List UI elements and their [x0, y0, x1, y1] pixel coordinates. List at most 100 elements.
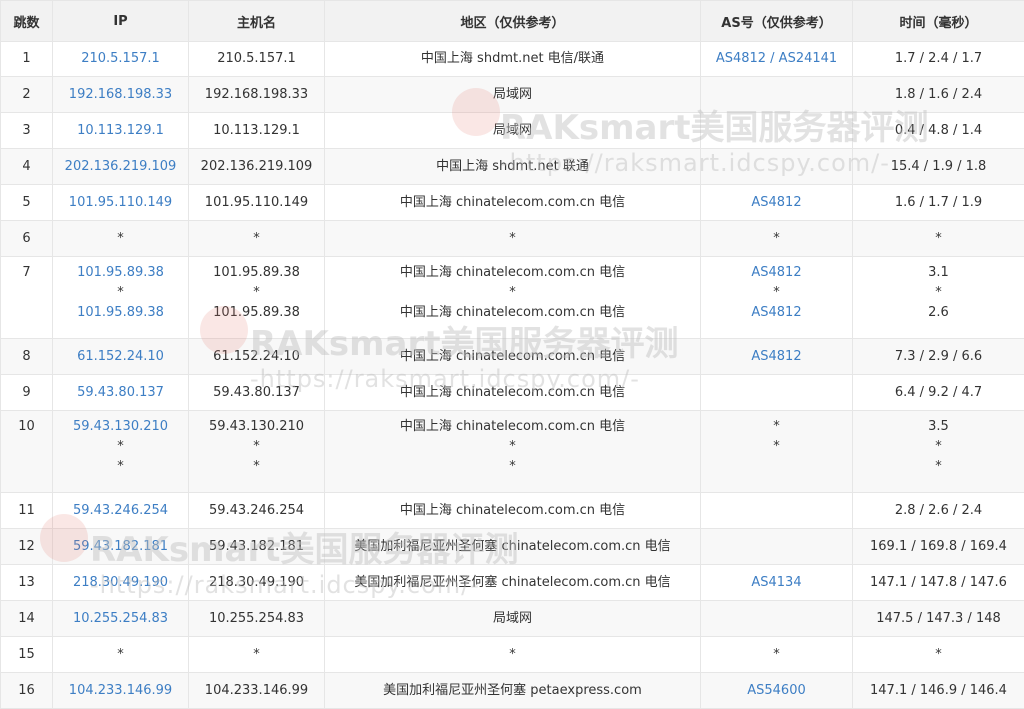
as-cell[interactable]: [701, 493, 853, 529]
hostname-cell-text: 59.43.182.181: [189, 537, 324, 557]
ip-cell-text[interactable]: 59.43.182.181: [53, 537, 188, 557]
as-cell[interactable]: *: [701, 221, 853, 257]
region-cell-text: 中国上海 shdmt.net 联通: [325, 157, 700, 177]
as-cell-text[interactable]: AS4134: [701, 573, 852, 593]
ip-cell-text[interactable]: 10.255.254.83: [53, 609, 188, 629]
ip-cell[interactable]: 101.95.89.38*101.95.89.38: [53, 257, 189, 339]
region-cell-text: *: [325, 229, 700, 249]
as-cell[interactable]: [701, 375, 853, 411]
ip-cell[interactable]: 61.152.24.10: [53, 339, 189, 375]
ip-cell-text[interactable]: 59.43.246.254: [53, 501, 188, 521]
region-cell: 中国上海 chinatelecom.com.cn 电信: [325, 339, 701, 375]
ip-cell[interactable]: 202.136.219.109: [53, 149, 189, 185]
ip-cell[interactable]: *: [53, 637, 189, 673]
table-header-row: 跳数 IP 主机名 地区（仅供参考） AS号（仅供参考） 时间（毫秒）: [1, 1, 1024, 42]
hop-cell: 14: [1, 601, 53, 637]
table-row: 15*****: [1, 637, 1024, 673]
ip-cell-text: *: [53, 229, 188, 249]
ip-cell[interactable]: 59.43.182.181: [53, 529, 189, 565]
ip-cell-text[interactable]: 59.43.130.210: [53, 417, 188, 437]
ip-cell[interactable]: 59.43.130.210**: [53, 411, 189, 493]
as-cell[interactable]: AS4812 / AS24141: [701, 42, 853, 77]
ip-cell-text[interactable]: 210.5.157.1: [53, 49, 188, 69]
table-row: 16104.233.146.99104.233.146.99美国加利福尼亚州圣何…: [1, 673, 1024, 709]
ip-cell-text[interactable]: 202.136.219.109: [53, 157, 188, 177]
ip-cell[interactable]: 10.255.254.83: [53, 601, 189, 637]
hostname-cell: 61.152.24.10: [189, 339, 325, 375]
region-cell: 局域网: [325, 601, 701, 637]
hop-cell: 9: [1, 375, 53, 411]
header-hop: 跳数: [1, 1, 53, 42]
ip-cell-text[interactable]: 101.95.110.149: [53, 193, 188, 213]
time-cell: 169.1 / 169.8 / 169.4: [853, 529, 1024, 565]
time-cell-text: 3.1: [853, 263, 1024, 283]
hostname-cell: 218.30.49.190: [189, 565, 325, 601]
ip-cell-text[interactable]: 59.43.80.137: [53, 383, 188, 403]
hostname-cell-text: 59.43.246.254: [189, 501, 324, 521]
traceroute-table: 跳数 IP 主机名 地区（仅供参考） AS号（仅供参考） 时间（毫秒） 1210…: [0, 0, 1024, 709]
as-cell[interactable]: AS4812: [701, 339, 853, 375]
hop-cell: 1: [1, 42, 53, 77]
ip-cell[interactable]: 192.168.198.33: [53, 77, 189, 113]
region-cell: 中国上海 shdmt.net 联通: [325, 149, 701, 185]
hostname-cell: 202.136.219.109: [189, 149, 325, 185]
ip-cell[interactable]: *: [53, 221, 189, 257]
ip-cell[interactable]: 59.43.80.137: [53, 375, 189, 411]
ip-cell[interactable]: 218.30.49.190: [53, 565, 189, 601]
ip-cell-text[interactable]: 61.152.24.10: [53, 347, 188, 367]
ip-cell[interactable]: 10.113.129.1: [53, 113, 189, 149]
as-cell[interactable]: *: [701, 637, 853, 673]
time-cell-text: 169.1 / 169.8 / 169.4: [853, 537, 1024, 557]
as-cell[interactable]: **: [701, 411, 853, 493]
time-cell-text: *: [853, 645, 1024, 665]
ip-cell-text[interactable]: 101.95.89.38: [53, 303, 188, 323]
table-row: 2192.168.198.33192.168.198.33局域网1.8 / 1.…: [1, 77, 1024, 113]
ip-cell-text[interactable]: 10.113.129.1: [53, 121, 188, 141]
as-cell-text[interactable]: AS4812: [701, 193, 852, 213]
as-cell[interactable]: [701, 601, 853, 637]
ip-cell-text[interactable]: 101.95.89.38: [53, 263, 188, 283]
as-cell-text: *: [701, 437, 852, 457]
as-cell-text[interactable]: AS4812: [701, 263, 852, 283]
as-cell[interactable]: AS4812*AS4812: [701, 257, 853, 339]
as-cell-text[interactable]: AS4812: [701, 347, 852, 367]
region-cell: 中国上海 chinatelecom.com.cn 电信**: [325, 411, 701, 493]
ip-cell-text[interactable]: 218.30.49.190: [53, 573, 188, 593]
hostname-cell-text: 101.95.89.38: [189, 263, 324, 283]
region-cell: *: [325, 221, 701, 257]
hostname-cell: 101.95.89.38*101.95.89.38: [189, 257, 325, 339]
time-cell: 3.5**: [853, 411, 1024, 493]
as-cell[interactable]: [701, 149, 853, 185]
as-cell[interactable]: [701, 113, 853, 149]
as-cell[interactable]: AS54600: [701, 673, 853, 709]
time-cell: 147.1 / 147.8 / 147.6: [853, 565, 1024, 601]
hostname-cell-text: 61.152.24.10: [189, 347, 324, 367]
hostname-cell: 59.43.130.210**: [189, 411, 325, 493]
as-cell-text[interactable]: AS4812 / AS24141: [701, 49, 852, 69]
hostname-cell-text: 218.30.49.190: [189, 573, 324, 593]
hostname-cell: 192.168.198.33: [189, 77, 325, 113]
time-cell-text: 15.4 / 1.9 / 1.8: [853, 157, 1024, 177]
hostname-cell-text: 192.168.198.33: [189, 85, 324, 105]
ip-cell[interactable]: 59.43.246.254: [53, 493, 189, 529]
hostname-cell-text: *: [189, 645, 324, 665]
as-cell[interactable]: AS4812: [701, 185, 853, 221]
table-row: 959.43.80.13759.43.80.137中国上海 chinatelec…: [1, 375, 1024, 411]
time-cell-text: 2.6: [853, 303, 1024, 323]
region-cell-text: 美国加利福尼亚州圣何塞 chinatelecom.com.cn 电信: [325, 573, 700, 593]
region-cell-text: 中国上海 chinatelecom.com.cn 电信: [325, 303, 700, 323]
region-cell: 中国上海 chinatelecom.com.cn 电信: [325, 375, 701, 411]
time-cell-text: *: [853, 437, 1024, 457]
as-cell[interactable]: [701, 529, 853, 565]
ip-cell[interactable]: 104.233.146.99: [53, 673, 189, 709]
time-cell-text: *: [853, 283, 1024, 303]
as-cell[interactable]: [701, 77, 853, 113]
time-cell-text: *: [853, 229, 1024, 249]
as-cell-text: *: [701, 417, 852, 437]
ip-cell[interactable]: 101.95.110.149: [53, 185, 189, 221]
table-row: 1259.43.182.18159.43.182.181美国加利福尼亚州圣何塞 …: [1, 529, 1024, 565]
ip-cell-text[interactable]: 192.168.198.33: [53, 85, 188, 105]
as-cell[interactable]: AS4134: [701, 565, 853, 601]
ip-cell[interactable]: 210.5.157.1: [53, 42, 189, 77]
as-cell-text[interactable]: AS4812: [701, 303, 852, 323]
